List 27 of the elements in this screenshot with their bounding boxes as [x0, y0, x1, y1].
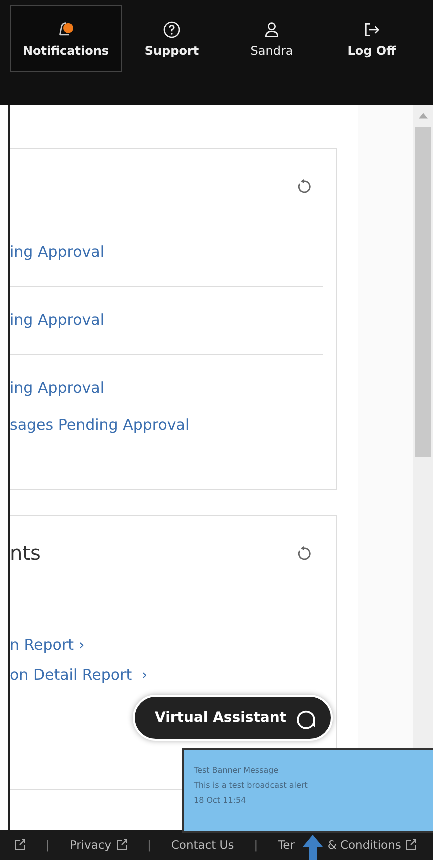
banner-message: This is a test broadcast alert [194, 781, 309, 790]
banner-title: Test Banner Message [194, 766, 280, 775]
scrollbar-thumb[interactable] [415, 127, 431, 457]
separator: | [254, 838, 258, 852]
banner-time: 18 Oct 11:54 [194, 796, 248, 805]
refresh-icon[interactable] [296, 179, 312, 195]
footer-link[interactable]: Ter & Conditions [278, 838, 418, 852]
report-link[interactable]: sages Pending Approval [10, 416, 323, 434]
separator: | [148, 838, 152, 852]
report-link[interactable]: n Report › [10, 636, 323, 654]
nav-link[interactable]: Sandra [222, 5, 322, 72]
nav-link[interactable]: Log Off [322, 5, 422, 72]
separator: | [46, 838, 50, 852]
refresh-icon[interactable] [296, 546, 312, 562]
report-link[interactable]: ing Approval [10, 379, 323, 397]
report-link[interactable]: on Detail Report › [10, 666, 323, 684]
pointer-arrow-icon [303, 835, 323, 860]
report-link[interactable]: ing Approval [10, 311, 323, 329]
report-link[interactable]: ing Approval [10, 243, 323, 261]
footer-link[interactable]: Privacy [70, 838, 128, 852]
help-icon [162, 20, 182, 40]
nav-link[interactable]: Support [122, 5, 222, 72]
footer-link[interactable]: Contact Us [171, 838, 234, 852]
virtual-assistant-button[interactable]: Virtual Assistant [133, 695, 333, 741]
card-title: nts [10, 540, 41, 565]
external-link-icon[interactable] [14, 839, 26, 851]
nav-link[interactable]: Notifications [10, 5, 122, 72]
